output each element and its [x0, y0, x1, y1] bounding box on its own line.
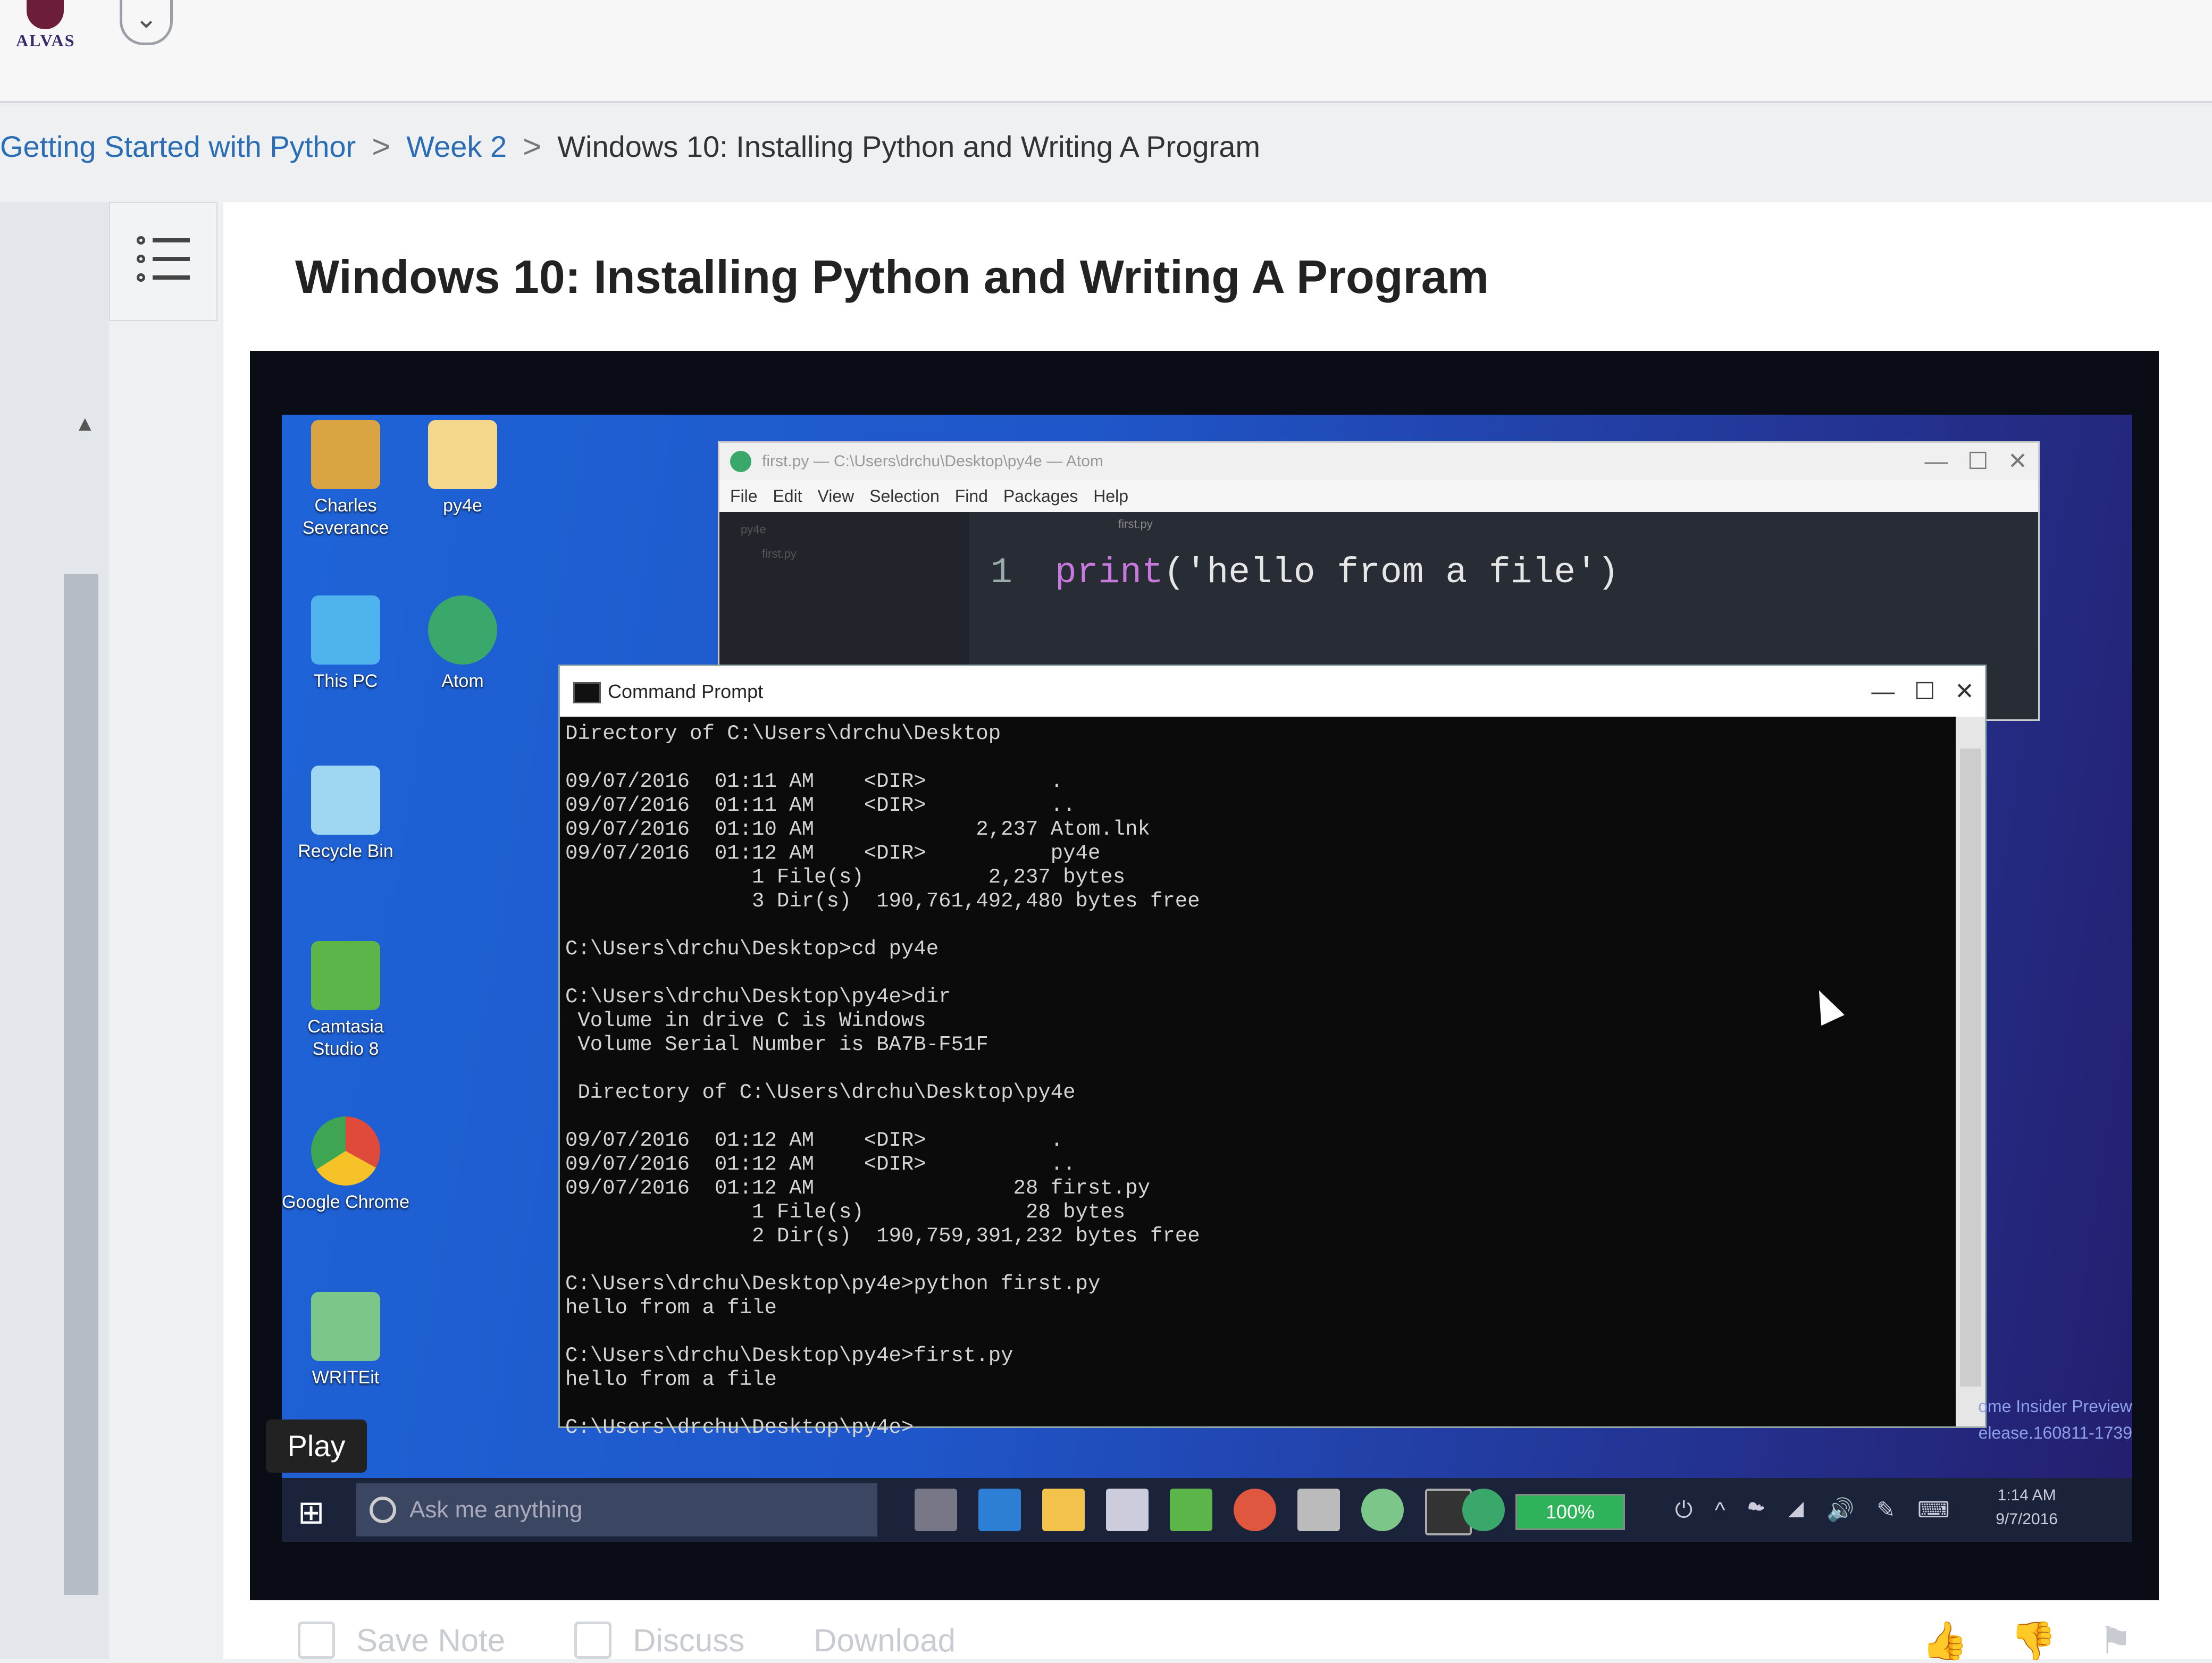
search-placeholder: Ask me anything: [409, 1497, 583, 1523]
cortana-search[interactable]: Ask me anything: [356, 1483, 877, 1536]
scroll-up-icon[interactable]: ▲: [74, 412, 96, 436]
desktop-icon-py4e[interactable]: py4e: [399, 420, 526, 517]
battery-indicator[interactable]: 100%: [1515, 1494, 1625, 1530]
writeit-icon: [311, 1292, 380, 1361]
desktop-icon-recycle-bin[interactable]: Recycle Bin: [282, 766, 409, 862]
play-button[interactable]: Play: [266, 1420, 367, 1473]
camtasia-recorder-icon[interactable]: [1297, 1489, 1340, 1531]
breadcrumb-separator: >: [372, 128, 391, 164]
code-keyword: print: [1054, 552, 1163, 593]
window-controls[interactable]: — ☐ ✕: [1924, 443, 2027, 480]
cortana-icon: [370, 1497, 396, 1523]
note-icon: [298, 1622, 335, 1659]
task-view-icon[interactable]: [915, 1489, 957, 1531]
cmd-output: Directory of C:\Users\drchu\Desktop 09/0…: [565, 722, 1200, 1439]
logo-text: ALVAS: [16, 31, 76, 50]
editor-tab[interactable]: first.py: [969, 512, 2038, 531]
camtasia-icon[interactable]: [1170, 1489, 1212, 1531]
cmd-body[interactable]: Directory of C:\Users\drchu\Desktop 09/0…: [560, 717, 1953, 1439]
atom-icon: [730, 451, 751, 472]
store-icon[interactable]: [1106, 1489, 1149, 1531]
save-note-button[interactable]: Save Note: [298, 1622, 505, 1659]
windows-start-icon[interactable]: ⊞: [298, 1494, 324, 1531]
window-controls[interactable]: — ☐ ✕: [1871, 666, 1974, 717]
edge-icon[interactable]: [978, 1489, 1021, 1531]
page-title: Windows 10: Installing Python and Writin…: [295, 250, 1489, 303]
discuss-button[interactable]: Discuss: [574, 1622, 744, 1659]
lecture-actions: Save Note Discuss Download: [298, 1622, 1025, 1659]
command-prompt-window[interactable]: Command Prompt — ☐ ✕ Directory of C:\Use…: [558, 665, 1987, 1439]
line-number: 1: [991, 552, 1012, 593]
code-line: 1 print('hello from a file'): [969, 531, 2038, 593]
breadcrumb: Getting Started with Pythor > Week 2 > W…: [0, 122, 1260, 170]
flag-icon[interactable]: ⚑: [2099, 1620, 2132, 1661]
terminal-icon: [573, 682, 601, 703]
left-rail: ▲: [0, 202, 109, 1659]
tree-root[interactable]: py4e: [719, 512, 969, 536]
desktop-icon-this-pc[interactable]: This PC: [282, 595, 409, 692]
desktop-icon-chrome[interactable]: Google Chrome: [282, 1116, 409, 1213]
watermark: ome Insider Preview elease.160811-1739: [1978, 1397, 2132, 1442]
cmd-titlebar[interactable]: Command Prompt — ☐ ✕: [560, 666, 1985, 717]
activity-icon[interactable]: [1462, 1489, 1505, 1531]
breadcrumb-separator: >: [523, 128, 542, 164]
chevron-down-icon[interactable]: ⌄: [120, 0, 173, 45]
breadcrumb-week[interactable]: Week 2: [406, 129, 507, 164]
desktop-icon-camtasia[interactable]: Camtasia Studio 8: [282, 941, 409, 1060]
atom-icon[interactable]: [1361, 1489, 1404, 1531]
thumbs-up-icon[interactable]: 👍: [1922, 1620, 1968, 1661]
logo[interactable]: ALVAS: [11, 0, 80, 58]
taskbar: ⊞ Ask me anything 100% ⏻ ^ ☁ ◢ 🔊 ✎ ⌨ 1:1…: [282, 1478, 2132, 1542]
atom-title: first.py — C:\Users\drchu\Desktop\py4e —…: [762, 452, 1103, 470]
video-player[interactable]: Charles Severance py4e This PC Atom Recy…: [250, 351, 2159, 1600]
chrome-icon[interactable]: [1234, 1489, 1276, 1531]
camtasia-icon: [311, 941, 380, 1010]
top-bar: ALVAS ⌄: [0, 0, 2212, 103]
file-explorer-icon[interactable]: [1042, 1489, 1085, 1531]
atom-menu-bar[interactable]: File Edit View Selection Find Packages H…: [719, 480, 2038, 512]
folder-icon: [428, 420, 497, 489]
clock-date: 9/7/2016: [1996, 1510, 2058, 1528]
recycle-bin-icon: [311, 766, 380, 835]
clock[interactable]: 1:14 AM 9/7/2016: [1996, 1483, 2058, 1531]
download-button[interactable]: Download: [814, 1622, 956, 1659]
desktop-icon-charles[interactable]: Charles Severance: [282, 420, 409, 539]
system-tray-icons[interactable]: ⏻ ^ ☁ ◢ 🔊 ✎ ⌨: [1675, 1497, 1950, 1523]
desktop-icon-writeit[interactable]: WRITEit: [282, 1292, 409, 1389]
folder-icon: [311, 420, 380, 489]
tree-file[interactable]: first.py: [719, 536, 969, 561]
cmd-scrollbar[interactable]: [1956, 717, 1985, 1426]
crest-icon: [27, 0, 64, 29]
rating-controls: 👍 👎 ⚑: [1922, 1619, 2132, 1663]
desktop: Charles Severance py4e This PC Atom Recy…: [282, 415, 2132, 1478]
scroll-thumb[interactable]: [1960, 749, 1981, 1387]
breadcrumb-course[interactable]: Getting Started with Pythor: [0, 129, 356, 164]
discuss-icon: [574, 1622, 612, 1659]
atom-icon: [428, 595, 497, 665]
clock-time: 1:14 AM: [1997, 1486, 2056, 1504]
computer-icon: [311, 595, 380, 665]
breadcrumb-current: Windows 10: Installing Python and Writin…: [557, 129, 1261, 163]
thumbs-down-icon[interactable]: 👎: [2010, 1620, 2057, 1661]
desktop-icon-atom[interactable]: Atom: [399, 595, 526, 692]
code-string: ('hello from a file'): [1163, 552, 1619, 593]
atom-titlebar[interactable]: first.py — C:\Users\drchu\Desktop\py4e —…: [719, 443, 2038, 480]
chrome-icon: [311, 1116, 380, 1186]
cmd-title: Command Prompt: [608, 681, 764, 702]
outline-list-icon[interactable]: [109, 202, 217, 321]
scrollbar[interactable]: [64, 574, 98, 1595]
